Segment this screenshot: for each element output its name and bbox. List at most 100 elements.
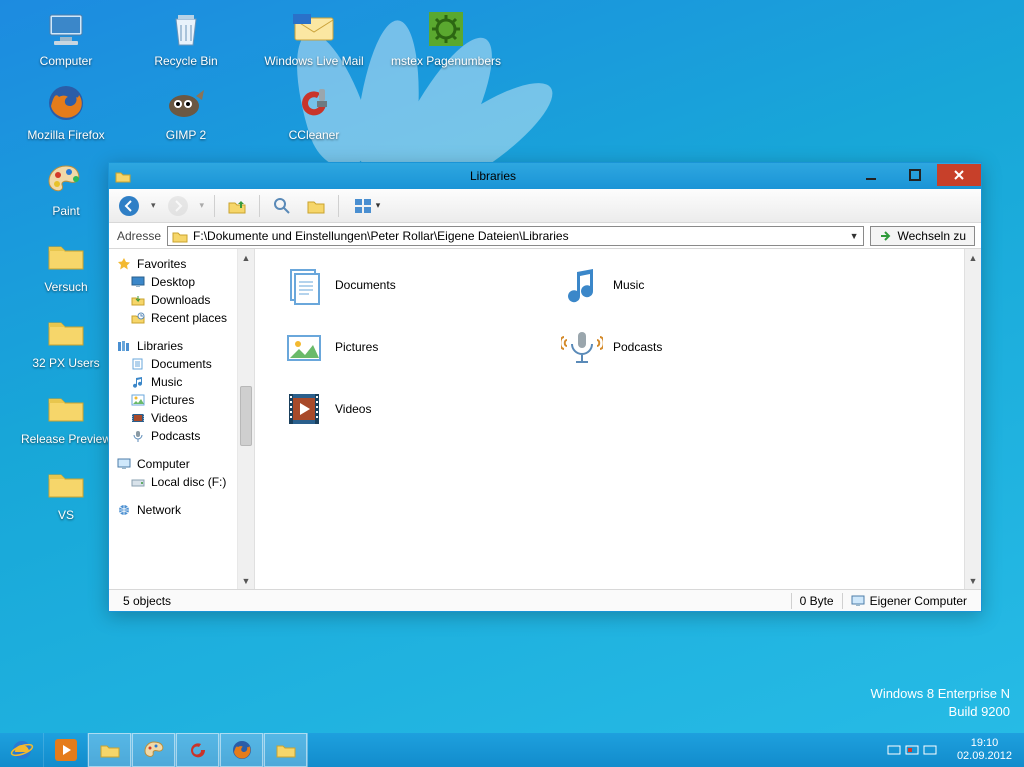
content-scrollbar[interactable]: ▲ ▼ [964,249,981,589]
desktop-icon-ccleaner[interactable]: CCleaner [258,82,370,142]
desktop-icon-release-preview[interactable]: Release Preview [10,386,122,446]
address-value: F:\Dokumente und Einstellungen\Peter Rol… [193,229,569,243]
tray-icon[interactable] [923,743,937,757]
nav-computer[interactable]: Computer [109,455,254,473]
tray-icons[interactable] [879,743,945,757]
minimize-button[interactable] [849,164,893,186]
desktop-icon-label: mstex Pagenumbers [390,54,502,68]
forward-button[interactable] [166,194,190,218]
scroll-down-icon[interactable]: ▼ [965,572,981,589]
desktop-icon-firefox[interactable]: Mozilla Firefox [10,82,122,142]
scroll-thumb[interactable] [240,386,252,446]
desktop-icon-versuch[interactable]: Versuch [10,234,122,294]
window-icon [109,169,137,183]
navigation-pane: Favorites Desktop Downloads Recent place… [109,249,255,589]
search-button[interactable] [270,194,294,218]
libraries-icon [117,340,131,352]
taskbar: 19:10 02.09.2012 [0,733,1024,767]
downloads-icon [131,294,145,306]
up-button[interactable] [225,194,249,218]
nav-documents[interactable]: Documents [109,355,254,373]
videos-icon [283,388,325,430]
taskbar-firefox[interactable] [220,733,264,767]
library-documents[interactable]: Documents [259,259,537,311]
folder-icon [45,234,87,276]
scroll-up-icon[interactable]: ▲ [965,249,981,266]
computer-icon [851,595,865,607]
desktop-icon-paint[interactable]: Paint [10,158,122,218]
desktop-icon-label: Computer [10,54,122,68]
status-bar: 5 objects 0 Byte Eigener Computer [109,589,981,611]
taskbar-media[interactable] [44,733,88,767]
nav-downloads[interactable]: Downloads [109,291,254,309]
nav-network[interactable]: Network [109,501,254,519]
network-icon [117,504,131,516]
nav-podcasts[interactable]: Podcasts [109,427,254,445]
library-pictures[interactable]: Pictures [259,321,537,373]
tray-icon[interactable] [905,743,919,757]
desktop-icon-32px-users[interactable]: 32 PX Users [10,310,122,370]
desktop-icon-label: GIMP 2 [130,128,242,142]
tray-icon[interactable] [887,743,901,757]
library-podcasts[interactable]: Podcasts [537,321,815,373]
recycle-bin-icon [165,8,207,50]
taskbar-paint[interactable] [132,733,176,767]
desktop-icon-gimp[interactable]: GIMP 2 [130,82,242,142]
scroll-up-icon[interactable]: ▲ [238,249,254,266]
nav-libraries[interactable]: Libraries [109,337,254,355]
toolbar: ▾ ▾ ▾ [109,189,981,223]
desktop-icon-recycle-bin[interactable]: Recycle Bin [130,8,242,68]
taskbar-explorer[interactable] [88,733,132,767]
system-tray: 19:10 02.09.2012 [879,733,1024,767]
titlebar[interactable]: Libraries [109,163,981,189]
go-button[interactable]: Wechseln zu [870,226,975,246]
address-dropdown[interactable]: ▼ [850,231,859,241]
content-pane: Documents Music Pictures Podcasts Videos [255,249,964,589]
folder-icon [172,229,188,243]
back-button[interactable] [117,194,141,218]
address-field[interactable]: F:\Dokumente und Einstellungen\Peter Rol… [167,226,863,246]
taskbar-ccleaner[interactable] [176,733,220,767]
nav-local-disc[interactable]: Local disc (F:) [109,473,254,491]
nav-desktop[interactable]: Desktop [109,273,254,291]
tray-clock[interactable]: 19:10 02.09.2012 [945,737,1024,763]
taskbar-explorer2[interactable] [264,733,308,767]
desktop-icon-label: VS [10,508,122,522]
desktop-icon-label: Windows Live Mail [258,54,370,68]
mail-icon [293,8,335,50]
nav-music[interactable]: Music [109,373,254,391]
folder-icon [45,386,87,428]
go-label: Wechseln zu [898,229,966,243]
library-music[interactable]: Music [537,259,815,311]
nav-videos[interactable]: Videos [109,409,254,427]
desktop-icon-vs[interactable]: VS [10,462,122,522]
nav-favorites[interactable]: Favorites [109,255,254,273]
library-videos[interactable]: Videos [259,383,537,435]
folders-button[interactable] [304,194,328,218]
taskbar-ie[interactable] [0,733,44,767]
maximize-button[interactable] [893,164,937,186]
desktop-icon-computer[interactable]: Computer [10,8,122,68]
computer-icon [45,8,87,50]
video-icon [131,412,145,424]
nav-pictures[interactable]: Pictures [109,391,254,409]
nav-recent[interactable]: Recent places [109,309,254,327]
views-button[interactable]: ▾ [349,194,385,218]
gimp-icon [165,82,207,124]
nav-scrollbar[interactable]: ▲ ▼ [237,249,254,589]
podcast-icon [131,430,145,442]
desktop-icon-label: 32 PX Users [10,356,122,370]
computer-icon [117,458,131,470]
close-button[interactable] [937,164,981,186]
go-arrow-icon [879,229,893,243]
desktop-icon-label: Mozilla Firefox [10,128,122,142]
scroll-down-icon[interactable]: ▼ [238,572,254,589]
gear-icon [425,8,467,50]
watermark: Windows 8 Enterprise N Build 9200 [871,685,1010,721]
desktop-icon-windows-live-mail[interactable]: Windows Live Mail [258,8,370,68]
desktop-icon-label: Versuch [10,280,122,294]
desktop-icon-mstex[interactable]: mstex Pagenumbers [390,8,502,68]
desktop-icon [131,276,145,288]
desktop-icon-label: Paint [10,204,122,218]
firefox-icon [45,82,87,124]
